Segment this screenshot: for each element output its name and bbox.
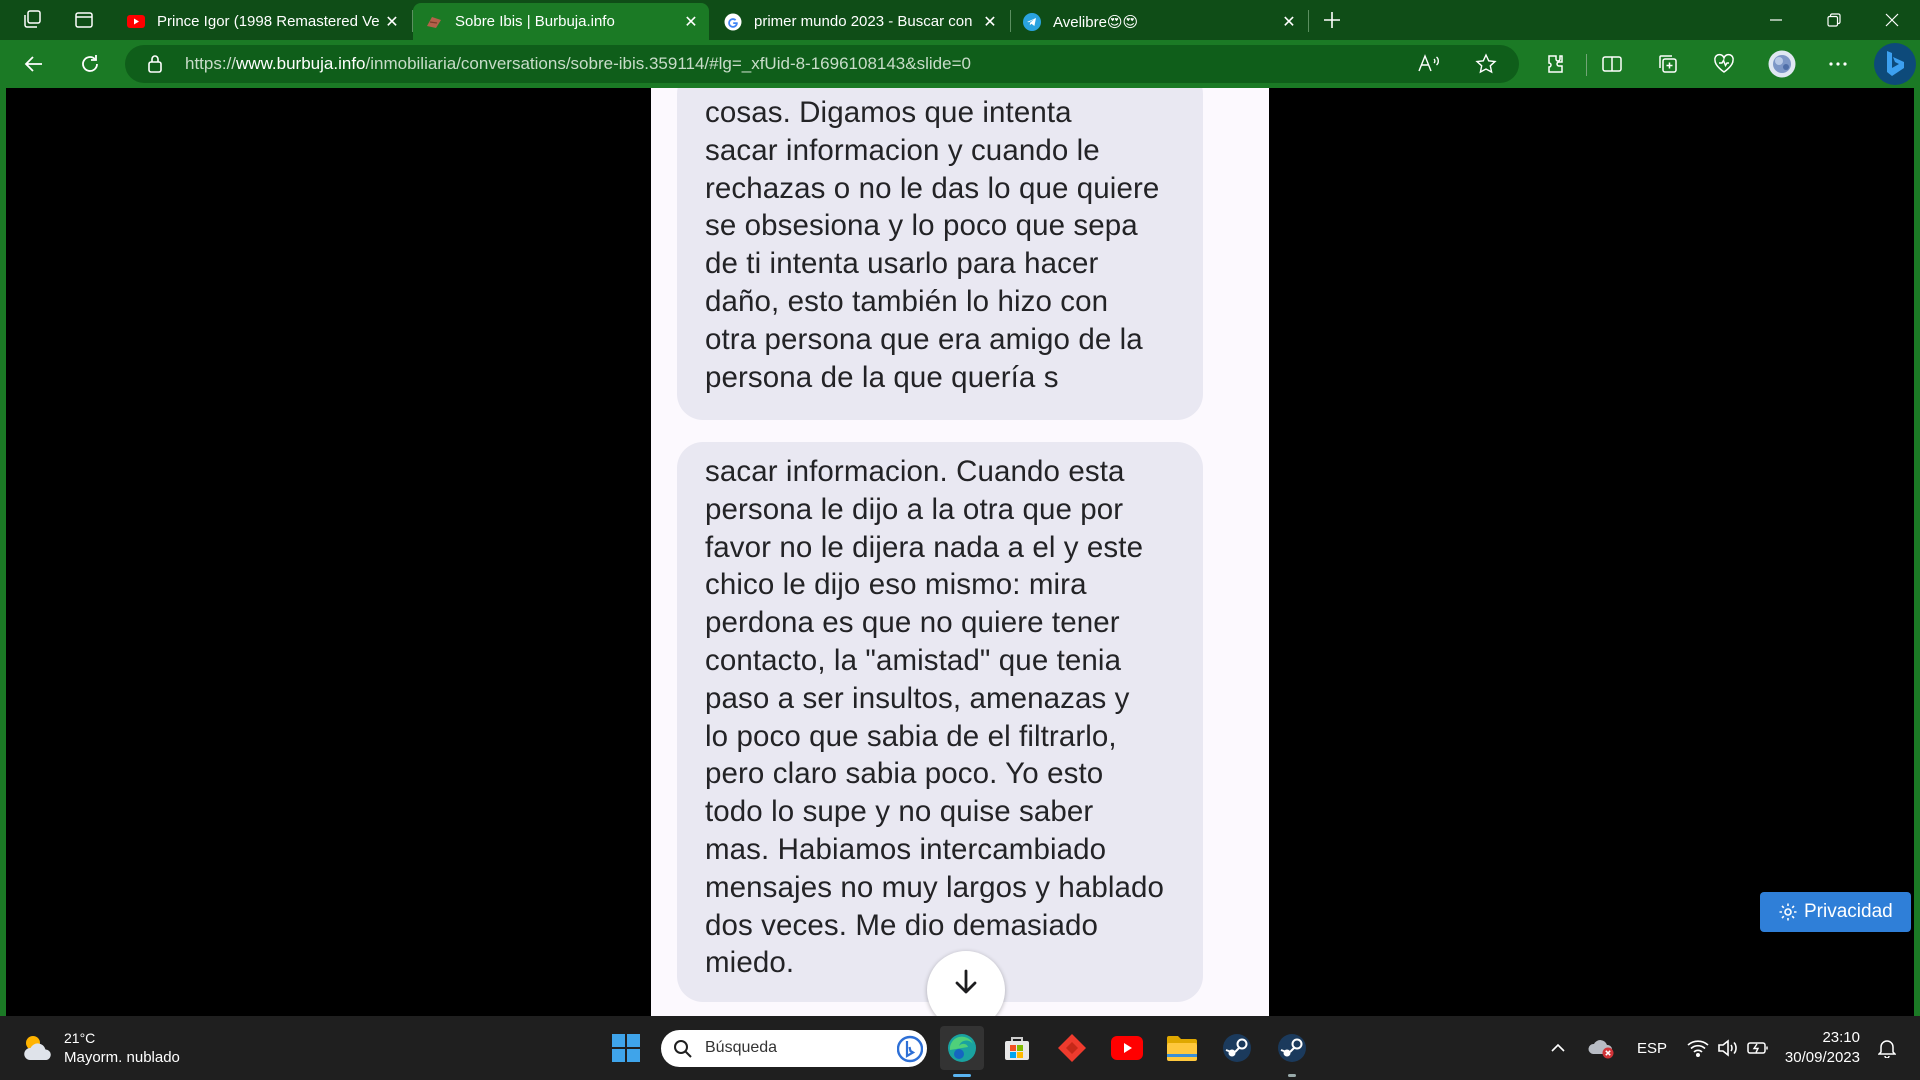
profile-avatar-icon[interactable]: [1764, 48, 1800, 80]
edge-browser-icon[interactable]: [940, 1026, 984, 1077]
bing-icon[interactable]: [896, 1035, 924, 1068]
weather-temperature: 21°C: [64, 1030, 96, 1046]
split-screen-icon[interactable]: [1594, 48, 1630, 80]
tab-title: Prince Igor (1998 Remastered Ve: [157, 13, 380, 30]
more-options-icon[interactable]: [1820, 48, 1856, 80]
tab-google[interactable]: primer mundo 2023 - Buscar con ✕: [712, 3, 1008, 40]
clock-date: 30/09/2023: [1784, 1049, 1860, 1066]
back-icon[interactable]: [16, 48, 52, 80]
telegram-icon: [1023, 12, 1041, 31]
taskbar-search-box[interactable]: Búsqueda: [661, 1030, 927, 1067]
microsoft-store-icon[interactable]: [995, 1026, 1039, 1070]
toolbar-separator: [1586, 54, 1587, 76]
message-text: sacar informacion. Cuando esta persona l…: [705, 455, 1165, 980]
restore-icon[interactable]: [1806, 0, 1862, 40]
favorite-star-icon[interactable]: [1475, 53, 1497, 80]
tab-separator: [1308, 10, 1309, 32]
url-host: www.burbuja.info: [236, 54, 366, 73]
weather-description: Mayorm. nublado: [64, 1049, 180, 1066]
close-window-icon[interactable]: [1864, 0, 1920, 40]
file-explorer-icon[interactable]: [1160, 1026, 1204, 1070]
chat-bubble: sacar informacion. Cuando esta persona l…: [677, 442, 1203, 1002]
new-tab-icon[interactable]: [1316, 6, 1348, 34]
workspaces-icon[interactable]: [16, 6, 48, 34]
tab-strip: Prince Igor (1998 Remastered Ve ✕ Sobre …: [0, 0, 1920, 40]
gear-icon: [1778, 902, 1798, 922]
message-text: cosas. Digamos que intenta sacar informa…: [705, 96, 1160, 394]
extensions-icon[interactable]: [1537, 48, 1573, 80]
privacy-label: Privacidad: [1804, 901, 1893, 922]
url-scheme: https://: [185, 54, 237, 73]
youtube-app-icon[interactable]: [1105, 1026, 1149, 1070]
collections-icon[interactable]: [1650, 48, 1686, 80]
anydesk-icon[interactable]: [1050, 1026, 1094, 1070]
tab-youtube[interactable]: Prince Igor (1998 Remastered Ve ✕: [115, 3, 410, 40]
tab-title: Avelibre😍😍: [1053, 13, 1139, 31]
google-icon: [724, 13, 742, 31]
volume-icon[interactable]: [1712, 1026, 1744, 1070]
browser-content-frame: cosas. Digamos que intenta sacar informa…: [0, 88, 1920, 1016]
search-placeholder: Búsqueda: [705, 1039, 778, 1056]
steam-icon[interactable]: [1270, 1026, 1314, 1077]
arrow-down-icon: [954, 969, 978, 1000]
tab-title: Sobre Ibis | Burbuja.info: [455, 13, 615, 30]
read-aloud-icon[interactable]: [1417, 53, 1441, 80]
running-app-indicator: [1288, 1074, 1296, 1077]
clock-time: 23:10: [1822, 1029, 1860, 1046]
partly-cloudy-icon: [20, 1032, 56, 1069]
copilot-icon[interactable]: [1874, 43, 1916, 85]
url-text[interactable]: https://www.burbuja.info/inmobiliaria/co…: [185, 54, 971, 74]
onedrive-error-icon[interactable]: [1582, 1026, 1622, 1070]
battery-charging-icon[interactable]: [1742, 1026, 1774, 1070]
input-language[interactable]: ESP: [1637, 1040, 1667, 1057]
address-bar[interactable]: https://www.burbuja.info/inmobiliaria/co…: [125, 45, 1519, 83]
burbuja-icon: [425, 13, 443, 31]
navigation-bar: https://www.burbuja.info/inmobiliaria/co…: [0, 40, 1920, 88]
tab-title: primer mundo 2023 - Buscar con: [754, 13, 973, 30]
url-path: /inmobiliaria/conversations/sobre-ibis.3…: [365, 54, 971, 73]
close-icon[interactable]: ✕: [978, 12, 1002, 32]
chat-bubble: cosas. Digamos que intenta sacar informa…: [677, 88, 1203, 420]
search-icon: [673, 1039, 693, 1064]
youtube-icon: [127, 13, 145, 31]
taskbar: 21°C Mayorm. nublado Búsqueda ESP 23:10 …: [0, 1016, 1920, 1080]
show-hidden-icons-chevron-icon[interactable]: [1540, 1026, 1576, 1070]
close-icon[interactable]: ✕: [380, 12, 404, 32]
notification-bell-icon[interactable]: [1870, 1026, 1904, 1070]
close-icon[interactable]: ✕: [679, 12, 703, 32]
system-clock[interactable]: 23:10 30/09/2023: [1780, 1029, 1860, 1066]
start-windows-icon[interactable]: [604, 1026, 648, 1070]
lightbox-viewer: cosas. Digamos que intenta sacar informa…: [6, 88, 1914, 1016]
tab-actions-icon[interactable]: [68, 6, 100, 34]
privacy-button[interactable]: Privacidad: [1760, 892, 1911, 932]
weather-widget[interactable]: 21°C Mayorm. nublado: [18, 1028, 188, 1072]
steam-icon[interactable]: [1215, 1026, 1259, 1070]
tab-burbuja[interactable]: Sobre Ibis | Burbuja.info ✕: [413, 3, 709, 40]
close-icon[interactable]: ✕: [1277, 12, 1301, 32]
minimize-icon[interactable]: [1748, 0, 1804, 40]
tab-telegram[interactable]: Avelibre😍😍 ✕: [1011, 3, 1307, 40]
browser-essentials-icon[interactable]: [1706, 48, 1742, 80]
wifi-icon[interactable]: [1682, 1026, 1714, 1070]
lock-icon[interactable]: [147, 54, 163, 79]
refresh-icon[interactable]: [72, 48, 108, 80]
chat-screenshot-image: cosas. Digamos que intenta sacar informa…: [651, 88, 1269, 1016]
active-app-indicator: [953, 1074, 971, 1077]
